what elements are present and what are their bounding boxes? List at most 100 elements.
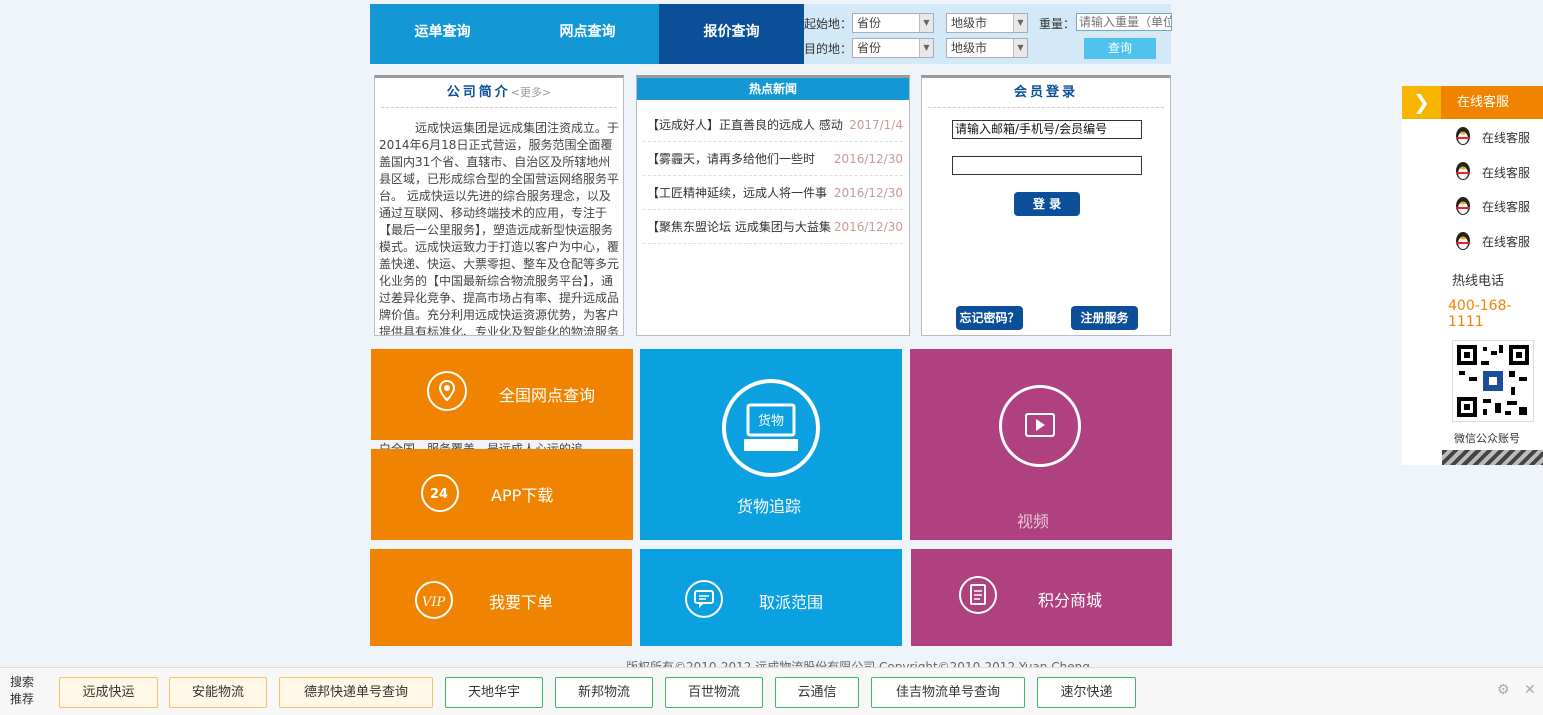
outlet-query-label: 全国网点查询 [499,386,596,405]
points-mall-tile[interactable]: 积分商城 [911,549,1172,646]
from-city-value: 地级市 [951,16,988,30]
to-province-value: 省份 [857,41,882,55]
gear-icon[interactable]: ⚙ [1497,682,1510,698]
news-list: 【远成好人】正直善良的远成人 感动 2017/1/4 【雾霾天，请再多给他们一些时… [637,100,909,244]
recommend-chip[interactable]: 速尔快递 [1037,677,1136,708]
chevron-down-icon: ▼ [1013,14,1027,32]
news-item-date: 2016/12/30 [833,186,903,200]
wechat-account-label: 微信公众账号 [1454,432,1520,445]
wechat-qr-code [1452,340,1534,422]
outlet-query-tile[interactable]: 全国网点查询 [371,349,633,440]
online-service-item[interactable]: 在线客服 [1482,198,1543,215]
recommend-chip[interactable]: 远成快运 [59,677,158,708]
search-recommend-label: 搜索 推荐 [10,674,34,708]
news-item-title[interactable]: 【工匠精神延续，远成人将一件事 [647,176,843,210]
clock-24-icon: 24 [421,474,459,512]
play-video-icon [999,385,1081,467]
news-item[interactable]: 【远成好人】正直善良的远成人 感动 2017/1/4 [643,108,903,142]
from-province-value: 省份 [857,16,882,30]
cargo-icon-text: 货物 [758,413,784,429]
place-order-label: 我要下单 [489,593,554,612]
register-button[interactable]: 注册服务 [1071,306,1138,330]
float-bottom-stripe [1442,450,1543,465]
news-item-title[interactable]: 【远成好人】正直善良的远成人 感动 [647,108,843,142]
intro-text: 远成快运集团是远成集团注资成立。于2014年6月18日正式营运，服务范围全面覆盖… [379,121,620,336]
news-item[interactable]: 【聚焦东盟论坛 远成集团与大益集 2016/12/30 [643,210,903,244]
weight-input[interactable] [1076,13,1172,31]
intro-overflow-text: 白全国，服务覆盖。是远成人心运的追 [379,442,584,449]
recommend-chip[interactable]: 云通信 [775,677,859,708]
login-title: 会员登录 [928,78,1164,108]
password-input[interactable] [952,156,1142,175]
qq-penguin-icon [1456,197,1470,215]
online-service-item[interactable]: 在线客服 [1482,233,1543,250]
online-service-header[interactable]: ❯ 在线客服 [1402,86,1543,119]
member-login-panel: 会员登录 请输入邮箱/手机号/会员编号 登 录 忘记密码？ 注册服务 [921,75,1171,336]
news-item-date: 2016/12/30 [833,152,903,166]
points-mall-label: 积分商城 [1038,591,1103,610]
delivery-range-tile[interactable]: 取派范围 [640,549,902,646]
online-service-item[interactable]: 在线客服 [1482,129,1543,146]
place-order-tile[interactable]: VIP 我要下单 [370,549,632,646]
news-item[interactable]: 【工匠精神延续，远成人将一件事 2016/12/30 [643,176,903,210]
hotline-number: 400-168-1111 [1448,298,1512,330]
recommend-chip[interactable]: 天地华宇 [445,677,543,708]
search-recommend-label-1: 搜索 [10,675,35,689]
news-item-date: 2017/1/4 [849,118,903,132]
to-province-select[interactable]: 省份 ▼ [852,38,934,58]
weight-label: 重量： [1039,17,1076,31]
svg-text:24: 24 [430,487,448,502]
hot-news-panel: 热点新闻 【远成好人】正直善良的远成人 感动 2017/1/4 【雾霾天，请再多给… [636,75,910,336]
qq-penguin-icon [1456,127,1470,145]
recommend-chip[interactable]: 新邦物流 [555,677,653,708]
chevron-down-icon: ▼ [1013,39,1027,57]
online-service-title: 在线客服 [1457,95,1510,110]
tab-waybill-query[interactable]: 运单查询 [370,4,515,64]
recommend-chip[interactable]: 德邦快递单号查询 [279,677,433,708]
company-intro-panel: 公司简介<更多> 远成快运集团是远成集团注资成立。于2014年6月18日正式营运… [374,75,624,336]
app-download-tile[interactable]: 24 APP下载 [371,449,633,540]
video-label: 视频 [1017,512,1050,531]
from-province-select[interactable]: 省份 ▼ [852,13,934,33]
search-recommend-label-2: 推荐 [10,692,35,706]
app-download-label: APP下载 [491,486,554,505]
cargo-tracking-label: 货物追踪 [737,497,802,516]
intro-title: 公司简介<更多> [381,78,617,108]
query-button[interactable]: 查询 [1084,38,1156,59]
forgot-password-button[interactable]: 忘记密码？ [956,306,1023,330]
cargo-computer-icon: 货物 [722,379,820,477]
qq-penguin-icon [1456,162,1470,180]
account-input[interactable]: 请输入邮箱/手机号/会员编号 [952,120,1142,139]
chevron-right-icon[interactable]: ❯ [1402,86,1441,119]
tab-outlet-query[interactable]: 网点查询 [515,4,660,64]
chat-bubble-icon [685,580,723,618]
search-recommend-bar: 搜索推荐 远成快运 安能物流 德邦快递单号查询 天地华宇 新邦物流 百世物流 云… [0,667,1543,715]
query-bar: 运单查询 网点查询 报价查询 起始地： 省份 ▼ 地级市 ▼ 目的地： 省份 ▼ 地级… [370,4,1172,64]
to-label: 目的地： [804,42,853,56]
login-button[interactable]: 登 录 [1014,192,1080,216]
svg-text:VIP: VIP [422,595,446,610]
online-service-item[interactable]: 在线客服 [1482,164,1543,181]
news-item-title[interactable]: 【雾霾天，请再多给他们一些时 [647,142,843,176]
close-icon[interactable]: ✕ [1524,682,1536,698]
tab-quote-query[interactable]: 报价查询 [659,4,804,64]
intro-title-text: 公司简介 [446,85,511,100]
from-city-select[interactable]: 地级市 ▼ [946,13,1028,33]
intro-more-link[interactable]: <更多> [511,86,551,99]
chevron-down-icon: ▼ [919,39,933,57]
hotline-label: 热线电话 [1452,274,1505,289]
news-item-title[interactable]: 【聚焦东盟论坛 远成集团与大益集 [647,210,843,244]
news-item[interactable]: 【雾霾天，请再多给他们一些时 2016/12/30 [643,142,903,176]
from-label: 起始地： [804,17,853,31]
chevron-down-icon: ▼ [919,14,933,32]
location-pin-icon [427,371,467,411]
recommend-chip[interactable]: 安能物流 [169,677,267,708]
recommend-chip[interactable]: 佳吉物流单号查询 [871,677,1025,708]
delivery-range-label: 取派范围 [759,593,824,612]
online-service-float: ❯ 在线客服 在线客服 在线客服 在线客服 在线客服 热线电话 400-168-… [1402,86,1543,465]
to-city-select[interactable]: 地级市 ▼ [946,38,1028,58]
recommend-chip[interactable]: 百世物流 [665,677,763,708]
cargo-tracking-tile[interactable]: 货物 货物追踪 [640,349,902,540]
video-tile[interactable]: 视频 [910,349,1172,540]
to-city-value: 地级市 [951,41,988,55]
